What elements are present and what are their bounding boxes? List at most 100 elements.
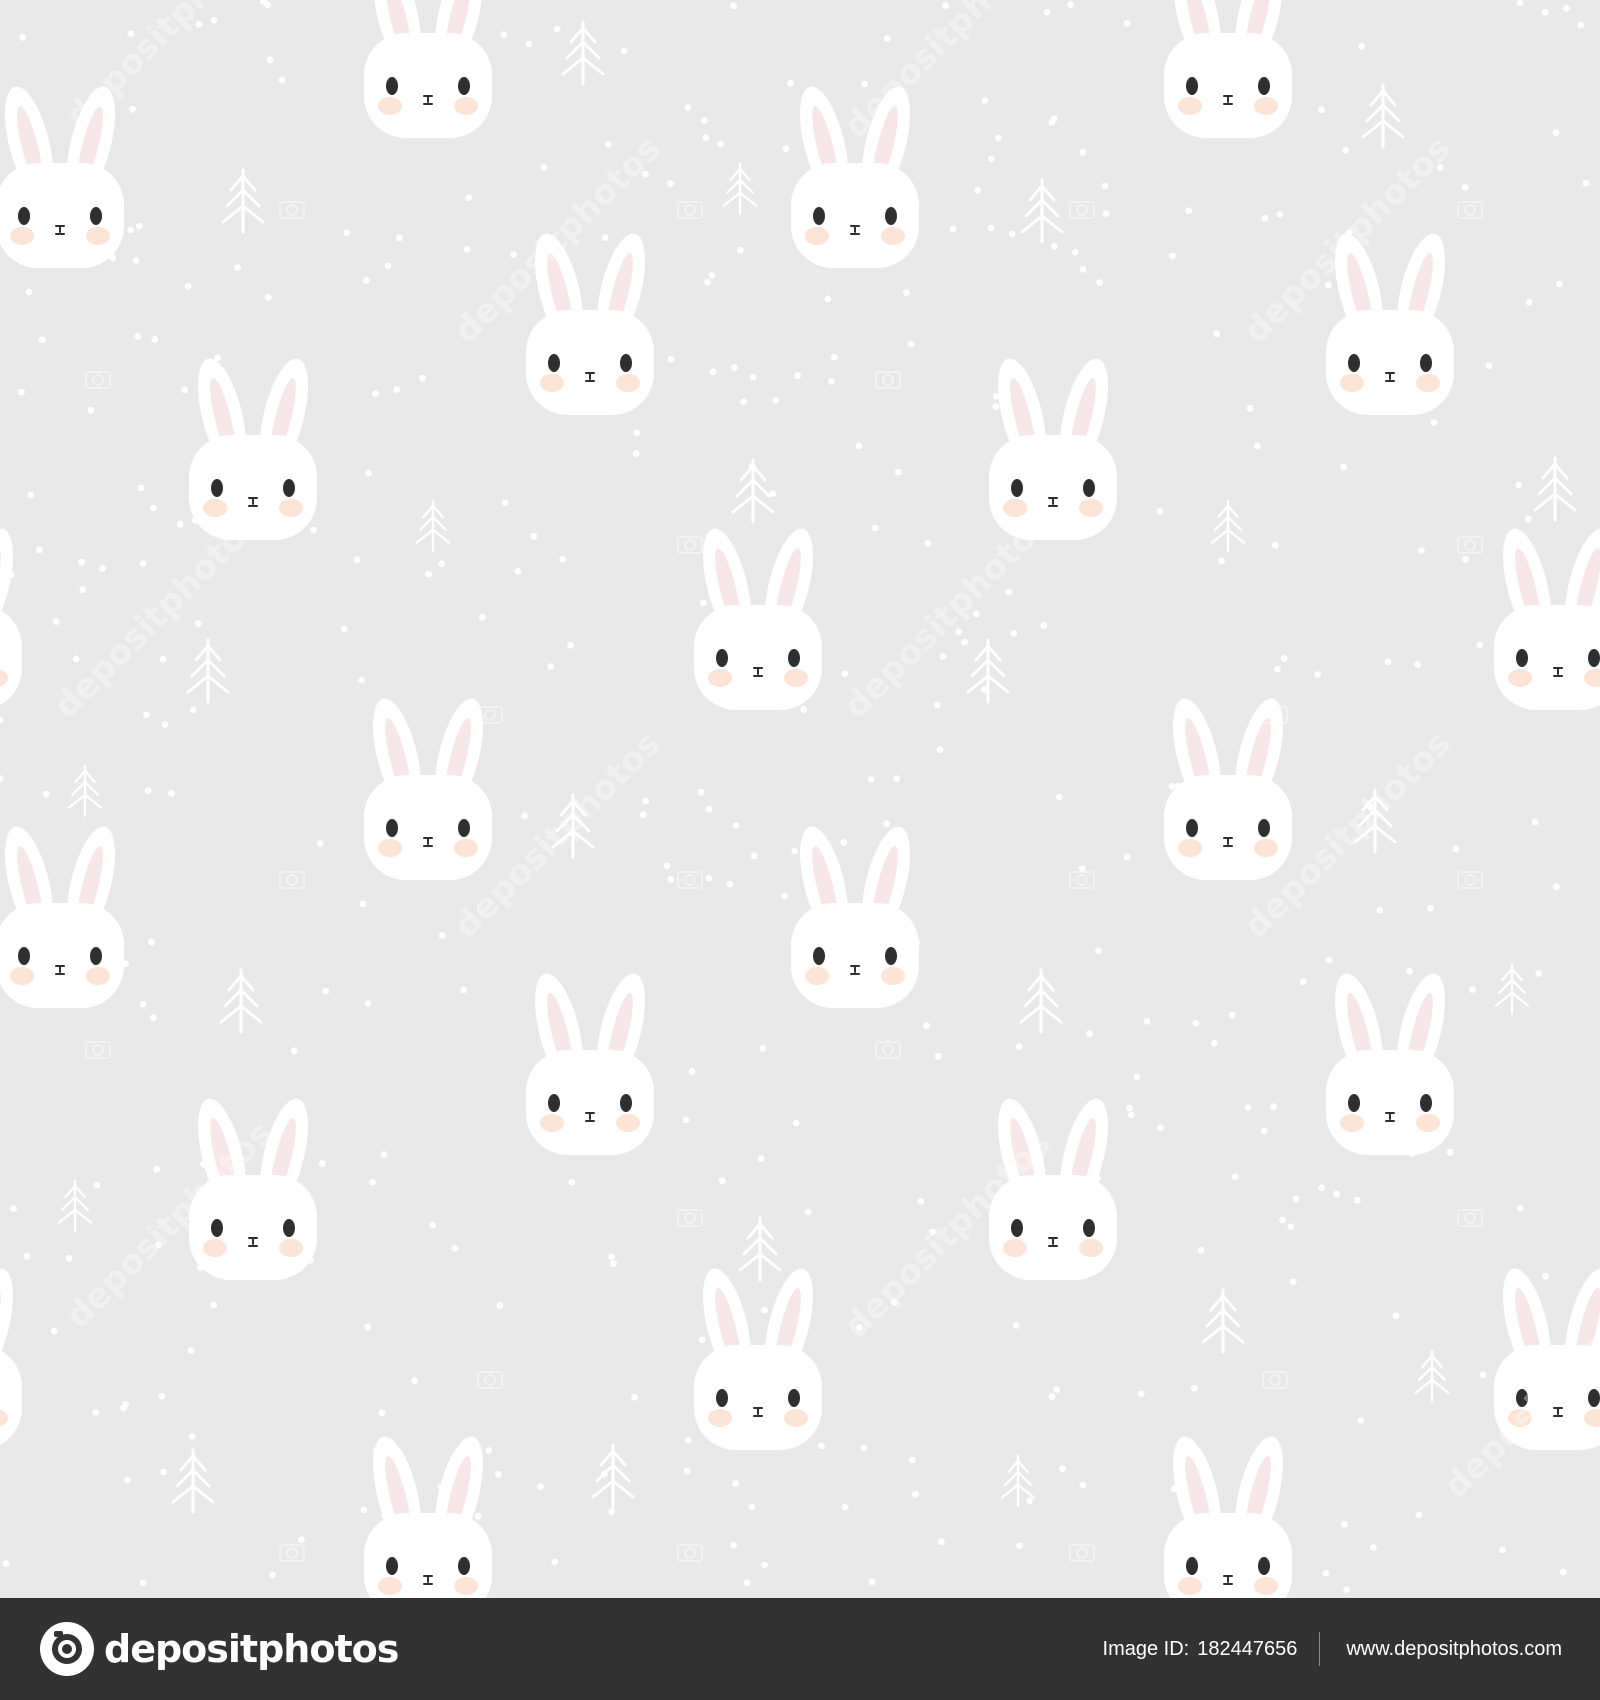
snow-dot-icon [871,524,879,532]
snow-dot-icon [961,638,969,646]
snow-dot-icon [396,234,403,242]
snow-dot-icon [782,145,790,153]
snow-dot-icon [1137,1390,1145,1397]
snow-dot-icon [708,271,716,279]
snow-dot-icon [234,264,242,271]
snow-dot-icon [608,1508,616,1516]
snow-dot-icon [1270,1103,1277,1110]
snow-dot-icon [1260,1127,1268,1135]
snow-dot-icon [1299,978,1307,985]
site-url-link[interactable]: www.depositphotos.com [1346,1638,1562,1661]
snow-dot-icon [25,288,33,296]
snow-dot-icon [189,706,197,714]
snow-dot-icon [1406,967,1413,975]
snow-dot-icon [1143,1018,1151,1025]
snow-dot-icon [682,1116,690,1124]
snow-dot-icon [514,567,522,575]
footer-divider [1319,1632,1321,1666]
snow-dot-icon [933,701,941,709]
snow-dot-icon [1582,179,1590,187]
snow-dot-icon [496,1302,504,1309]
snow-dot-icon [726,880,734,888]
snow-dot-icon [868,1578,876,1586]
snow-dot-icon [161,721,169,728]
snow-dot-icon [380,1151,388,1158]
snow-dot-icon [1577,21,1585,29]
snow-dot-icon [151,335,159,343]
snow-dot-icon [1462,555,1469,563]
snow-dot-icon [1417,547,1425,554]
snow-dot-icon [187,1347,195,1354]
snow-dot-icon [87,406,95,414]
snow-dot-icon [465,194,473,202]
snow-dot-icon [1102,210,1110,217]
snow-dot-icon [547,663,555,670]
snow-dot-icon [1055,793,1063,801]
snow-dot-icon [148,938,156,946]
snow-dot-icon [1556,280,1563,288]
snow-dot-icon [297,1536,305,1543]
snow-dot-icon [393,386,401,393]
snow-dot-icon [132,257,140,265]
snow-dot-icon [1485,362,1493,369]
snow-dot-icon [460,986,468,994]
snow-dot-icon [525,40,533,48]
snow-dot-icon [631,1393,638,1401]
snow-dot-icon [761,1306,768,1314]
snow-dot-icon [568,1179,576,1186]
snow-dot-icon [425,570,433,578]
snow-dot-icon [372,390,379,397]
snow-dot-icon [500,31,508,38]
snow-dot-icon [1169,252,1176,260]
snow-dot-icon [72,655,80,663]
snow-dot-icon [99,564,106,572]
snow-dot-icon [772,397,780,404]
snow-dot-icon [642,797,650,805]
snow-dot-icon [731,364,738,371]
snow-dot-icon [1050,242,1058,250]
snow-dot-icon [883,35,891,42]
snow-dot-icon [365,469,372,477]
snow-dot-icon [604,141,612,148]
snow-dot-icon [608,1253,615,1261]
depositphotos-logo[interactable]: depositphotos [40,1620,399,1678]
snow-dot-icon [701,117,708,124]
snow-dot-icon [1123,853,1131,861]
snow-dot-icon [1358,42,1366,50]
snow-dot-icon [1096,279,1103,286]
snow-dot-icon [120,1404,127,1412]
snow-dot-icon [1515,481,1523,489]
snow-dot-icon [1354,1196,1361,1204]
snow-dot-icon [551,1558,559,1566]
snow-dot-icon [474,1512,482,1520]
snow-dot-icon [378,1409,386,1417]
snow-dot-icon [1185,207,1193,215]
snow-dot-icon [1384,658,1392,666]
snow-dot-icon [632,450,640,457]
snow-dot-icon [704,278,711,286]
snow-dot-icon [1067,1,1074,8]
snow-dot-icon [463,245,471,253]
snow-dot-icon [139,1579,147,1587]
snow-dot-icon [1101,182,1109,190]
snow-dot-icon [411,1377,419,1385]
snow-dot-icon [610,1260,617,1268]
snow-dot-icon [1415,1511,1423,1519]
snow-dot-icon [757,1155,765,1163]
snow-dot-icon [794,372,802,380]
snow-dot-icon [750,852,758,860]
snow-dot-icon [1008,230,1016,238]
snow-dot-icon [127,226,135,234]
snow-dot-icon [699,599,707,607]
snow-dot-icon [1559,1568,1567,1576]
snow-dot-icon [717,140,724,148]
snow-dot-icon [1325,956,1333,964]
snow-dot-icon [1079,148,1087,156]
snow-dot-icon [318,1160,326,1167]
snow-dot-icon [124,1476,131,1484]
snow-dot-icon [730,2,737,10]
snow-dot-icon [158,1392,166,1400]
snow-dot-icon [1079,1481,1087,1489]
snow-dot-icon [23,1252,31,1260]
snow-dot-icon [1287,1223,1295,1230]
